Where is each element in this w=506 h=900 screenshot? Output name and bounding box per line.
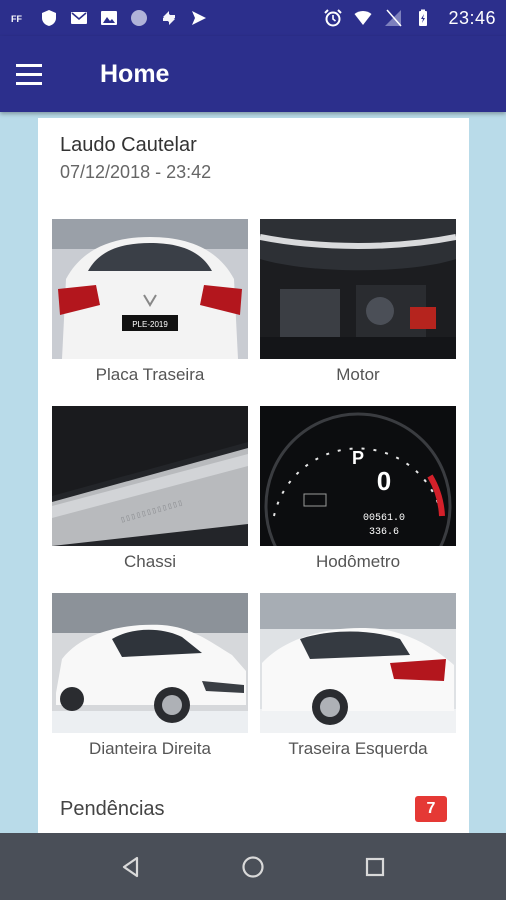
photo-tile-placa-traseira[interactable]: PLE-2019 Placa Traseira: [52, 219, 248, 385]
rear-plate-photo: PLE-2019: [52, 219, 248, 359]
ff-icon: FF: [10, 9, 28, 27]
photo-tile-traseira-esquerda[interactable]: Traseira Esquerda: [260, 593, 456, 759]
hamburger-icon: [16, 63, 42, 67]
plate-text: PLE-2019: [132, 320, 168, 329]
photo-label: Dianteira Direita: [89, 739, 211, 758]
odometer-gear: P: [352, 448, 364, 468]
back-button[interactable]: [111, 847, 151, 887]
battery-icon: [414, 9, 432, 27]
recents-square-icon: [365, 857, 385, 876]
odometer-range: 336.6: [369, 527, 399, 538]
photo-tile-hodometro[interactable]: P 0 00561.0 336.6 Hodômetro: [260, 406, 456, 572]
circle-icon: [130, 9, 148, 27]
pendencias-count-badge[interactable]: 7: [415, 796, 447, 822]
odometer-photo: P 0 00561.0 336.6: [260, 406, 456, 546]
status-time: 23:46: [448, 7, 496, 28]
photo-tile-chassi[interactable]: ▯▯▯▯▯▯▯▯▯▯▯▯ Chassi: [52, 406, 248, 572]
shield-icon: [40, 9, 58, 27]
mail-icon: [70, 9, 88, 27]
rear-left-photo: [260, 593, 456, 733]
signal-icon: [384, 9, 403, 27]
pendencias-label[interactable]: Pendências: [60, 798, 165, 821]
photo-label: Chassi: [124, 552, 176, 571]
photo-label: Placa Traseira: [95, 365, 205, 384]
photo-label: Motor: [336, 365, 380, 384]
home-circle-icon: [242, 855, 264, 878]
status-bar: FF 23:46: [0, 0, 506, 36]
menu-button[interactable]: [16, 44, 76, 104]
front-right-photo: [52, 593, 248, 733]
alarm-icon: [324, 9, 343, 27]
photo-tile-dianteira-direita[interactable]: Dianteira Direita: [52, 593, 248, 759]
image-icon: [100, 9, 118, 27]
app-bar: Home: [0, 36, 506, 112]
engine-photo: [260, 219, 456, 359]
report-title: Laudo Cautelar: [60, 134, 197, 156]
page-title: Home: [100, 59, 170, 88]
odometer-trip: 00561.0: [363, 513, 405, 524]
chassis-photo: ▯▯▯▯▯▯▯▯▯▯▯▯: [52, 406, 248, 546]
home-button[interactable]: [233, 847, 273, 887]
photo-label: Traseira Esquerda: [288, 739, 428, 758]
wifi-icon: [354, 9, 372, 27]
photo-tile-motor[interactable]: Motor: [260, 219, 456, 385]
back-triangle-icon: [122, 856, 139, 877]
recents-button[interactable]: [355, 847, 395, 887]
report-card: Laudo Cautelar 07/12/2018 - 23:42 PLE-20…: [38, 118, 469, 836]
send-icon: [190, 9, 208, 27]
svg-text:FF: FF: [11, 14, 22, 24]
report-date: 07/12/2018 - 23:42: [60, 162, 212, 182]
system-nav-bar: [0, 833, 506, 900]
odometer-speed: 0: [377, 466, 391, 496]
sync-icon: [160, 9, 178, 27]
photo-label: Hodômetro: [315, 552, 401, 571]
